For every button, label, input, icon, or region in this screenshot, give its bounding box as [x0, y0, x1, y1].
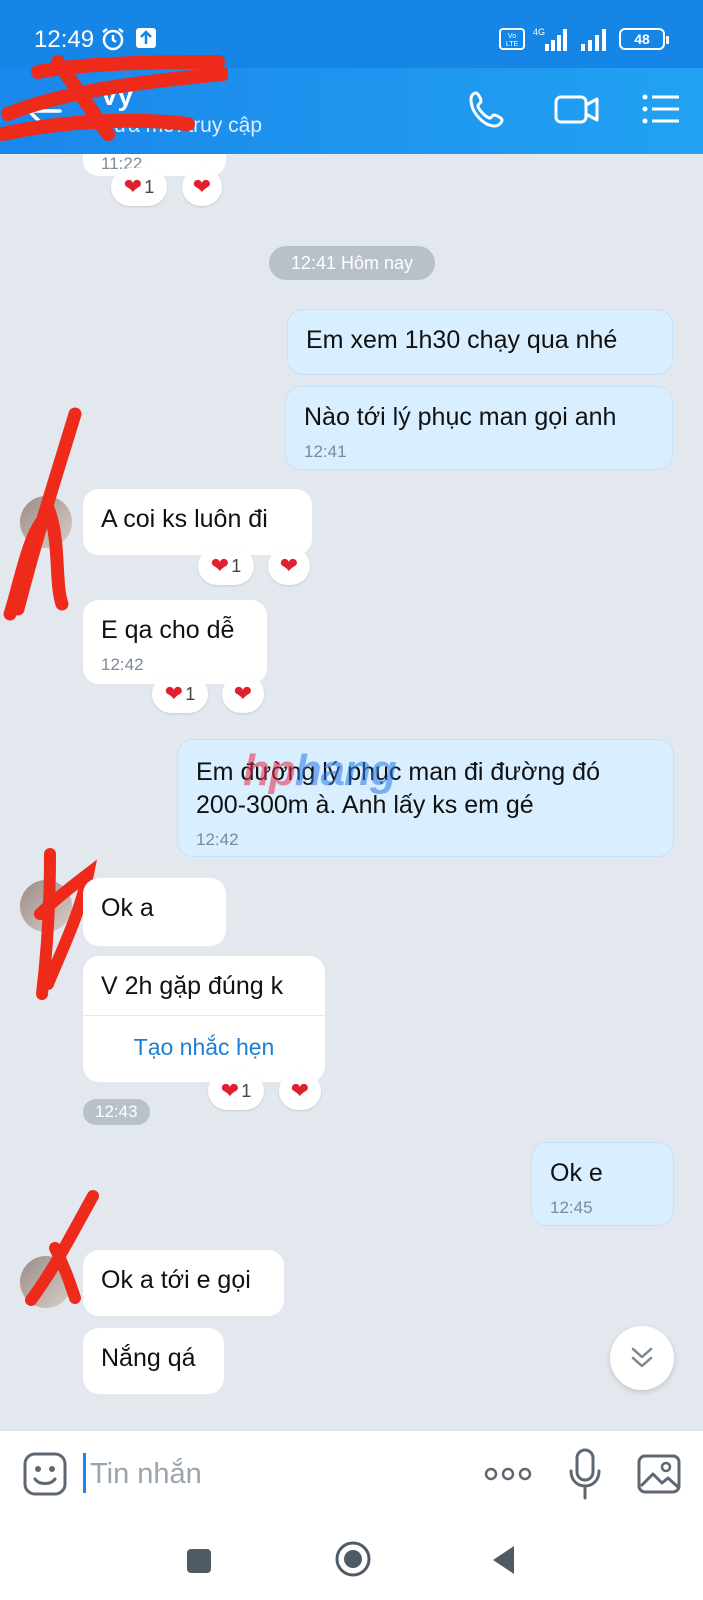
- menu-list-icon: [642, 94, 679, 124]
- watermark-logo: hphang: [243, 746, 397, 796]
- heart-icon: ❤: [164, 681, 184, 706]
- reaction-summary[interactable]: ❤ 1: [198, 547, 254, 585]
- message-time: 12:41: [304, 442, 347, 461]
- heart-react-button[interactable]: ❤: [268, 547, 310, 585]
- reaction-summary[interactable]: ❤ 1: [152, 675, 208, 713]
- watermark-part2: hang: [294, 746, 397, 795]
- message-text: A coi ks luôn đi: [101, 505, 268, 533]
- message-text: Nào tới lý phục man gọi anh: [304, 403, 617, 431]
- message-text: Ok e: [550, 1159, 603, 1187]
- upload-icon: [136, 28, 156, 48]
- message-time: 12:42: [196, 830, 239, 849]
- heart-icon: ❤: [210, 553, 230, 578]
- svg-text:Vo: Vo: [508, 33, 516, 40]
- home-circle-icon: [335, 1541, 371, 1577]
- home-button[interactable]: [334, 1540, 372, 1583]
- heart-icon: ❤: [192, 174, 212, 199]
- message-bubble-incoming[interactable]: Nắng qá: [83, 1328, 224, 1394]
- message-text: Nắng qá: [101, 1344, 196, 1372]
- more-dots-icon[interactable]: [483, 1459, 533, 1489]
- heart-react-button[interactable]: ❤: [222, 675, 264, 713]
- double-chevron-down-icon: [631, 1347, 653, 1368]
- svg-text:LTE: LTE: [506, 41, 519, 48]
- svg-text:4G: 4G: [533, 27, 545, 37]
- voice-call-button[interactable]: [467, 88, 509, 130]
- group-time: 12:43: [83, 1099, 150, 1125]
- date-divider: 12:41 Hôm nay: [269, 246, 435, 280]
- heart-react-button[interactable]: ❤: [182, 168, 222, 206]
- battery-indicator: 48: [619, 28, 669, 50]
- message-time: 12:42: [101, 655, 144, 674]
- back-button[interactable]: [490, 1544, 516, 1581]
- message-bubble-incoming[interactable]: A coi ks luôn đi: [83, 489, 312, 555]
- signal-icon: [581, 29, 606, 51]
- message-bubble-incoming[interactable]: V 2h gặp đúng k Tạo nhắc hẹn: [83, 956, 325, 1082]
- scroll-to-bottom-button[interactable]: [610, 1326, 674, 1390]
- back-triangle-icon: [493, 1546, 514, 1574]
- message-bubble-outgoing[interactable]: Nào tới lý phục man gọi anh 12:41: [285, 386, 673, 470]
- reaction-count: 1: [185, 683, 196, 704]
- message-bubble-outgoing[interactable]: Ok e 12:45: [531, 1142, 674, 1226]
- status-time: 12:49: [34, 26, 95, 53]
- message-time: 12:45: [550, 1198, 593, 1217]
- system-navigation-bar: [0, 1522, 703, 1600]
- sticker-icon[interactable]: [22, 1451, 68, 1497]
- alarm-icon: [102, 28, 124, 51]
- create-reminder-link[interactable]: Tạo nhắc hẹn: [83, 1015, 325, 1061]
- video-call-button[interactable]: [553, 88, 599, 130]
- volte-icon: VoLTE: [499, 28, 525, 50]
- recent-apps-button[interactable]: [186, 1548, 212, 1579]
- message-list[interactable]: 11:22 ❤ 1 ❤ 12:41 Hôm nay Em xem 1h30 chạ…: [0, 154, 703, 1430]
- chat-options-button[interactable]: [639, 88, 681, 130]
- message-text: E qa cho dễ: [101, 616, 235, 644]
- heart-icon: ❤: [233, 681, 253, 706]
- heart-icon: ❤: [290, 1078, 310, 1103]
- reaction-count: 1: [231, 555, 242, 576]
- message-bubble-outgoing[interactable]: Em xem 1h30 chạy qua nhé: [287, 309, 673, 375]
- message-bubble-incoming[interactable]: Ok a: [83, 878, 226, 946]
- message-text: Em xem 1h30 chạy qua nhé: [306, 326, 618, 354]
- message-text: Ok a: [101, 894, 154, 922]
- redaction-scribble: [0, 55, 228, 141]
- text-cursor: [83, 1453, 86, 1493]
- square-icon: [187, 1549, 211, 1573]
- reaction-count: 1: [241, 1080, 252, 1101]
- watermark-part1: hp: [243, 746, 296, 795]
- heart-icon: ❤: [279, 553, 299, 578]
- image-gallery-icon[interactable]: [636, 1451, 682, 1497]
- heart-react-button[interactable]: ❤: [279, 1072, 321, 1110]
- message-bubble-incoming[interactable]: E qa cho dễ 12:42: [83, 600, 267, 684]
- message-text: V 2h gặp đúng k: [101, 972, 284, 1000]
- message-text: Ok a tới e gọi: [101, 1266, 251, 1294]
- reaction-summary[interactable]: ❤ 1: [111, 168, 167, 206]
- message-composer: [0, 1430, 703, 1522]
- message-bubble-incoming[interactable]: Ok a tới e gọi: [83, 1250, 284, 1316]
- heart-icon: ❤: [123, 174, 143, 199]
- reaction-count: 1: [144, 176, 155, 197]
- heart-icon: ❤: [220, 1078, 240, 1103]
- signal-icon-4g: 4G: [533, 27, 567, 51]
- video-camera-icon: [554, 95, 599, 124]
- reaction-summary[interactable]: ❤ 1: [208, 1072, 264, 1110]
- phone-icon: [469, 91, 504, 128]
- message-input[interactable]: [90, 1451, 440, 1497]
- redaction-scribble: [3, 407, 82, 621]
- microphone-icon[interactable]: [568, 1447, 602, 1501]
